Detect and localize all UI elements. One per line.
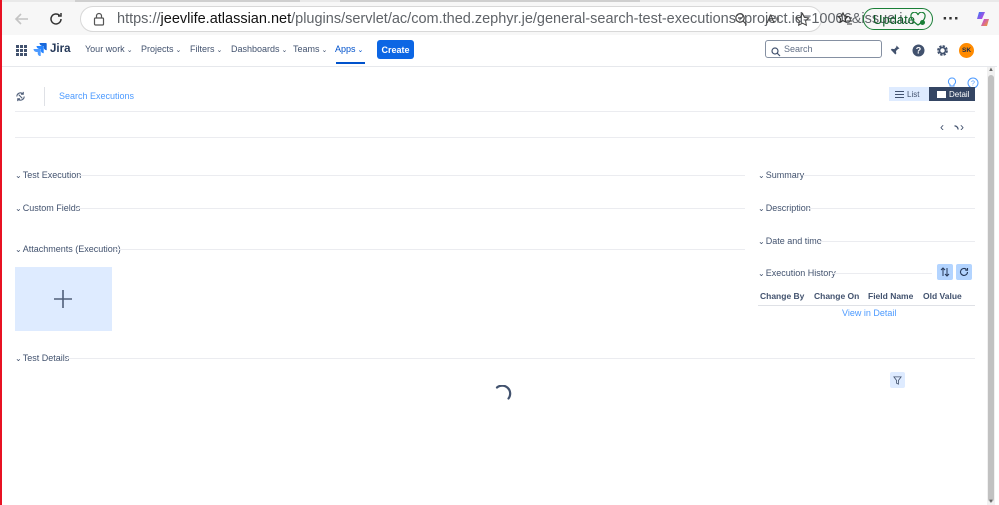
nav-your-work[interactable]: Your work ⌄ (85, 44, 133, 54)
scrollbar-thumb[interactable] (988, 75, 994, 502)
svg-text:?: ? (915, 45, 921, 55)
window-edge (0, 0, 2, 505)
notifications-icon[interactable] (887, 42, 903, 58)
chevron-down-icon: ⌄ (175, 47, 182, 54)
app-switcher-icon[interactable] (13, 42, 29, 58)
jira-logo[interactable]: Jira (33, 42, 70, 56)
browser-toolbar: https://jeevlife.atlassian.net/plugins/s… (0, 2, 999, 35)
lock-icon[interactable] (92, 11, 106, 32)
nav-teams[interactable]: Teams ⌄ (293, 44, 327, 54)
chevron-down-icon: ⌄ (15, 245, 22, 254)
detail-view-toggle[interactable]: Detail (929, 87, 975, 101)
chevron-down-icon: ⌄ (758, 171, 765, 180)
refresh-sync-icon[interactable] (15, 89, 26, 107)
search-placeholder: Search (784, 44, 813, 54)
favorites-bar-icon[interactable] (835, 9, 855, 29)
nav-apps[interactable]: Apps ⌄ (335, 44, 363, 54)
help-icon[interactable]: ? (910, 42, 926, 58)
avatar[interactable]: SK (959, 43, 974, 58)
scroll-down-icon[interactable]: ▼ (988, 499, 994, 505)
history-header-old-value: Old Value (923, 291, 962, 301)
loading-spinner-icon (494, 384, 512, 408)
pager-separator (15, 137, 975, 138)
toolbar-divider (44, 87, 45, 106)
vertical-scrollbar[interactable]: ▲ ▼ (987, 67, 995, 505)
history-header-line (758, 305, 975, 306)
chevron-down-icon: ⌄ (321, 47, 328, 54)
section-test-details[interactable]: ⌄Test Details (15, 353, 69, 363)
jira-logo-text: Jira (50, 43, 71, 55)
jira-top-nav: Jira Your work ⌄ Projects ⌄ Filters ⌄ Dashb… (2, 35, 997, 67)
section-line (809, 208, 975, 209)
refresh-history-button[interactable] (956, 264, 972, 280)
nav-projects[interactable]: Projects ⌄ (141, 44, 181, 54)
chevron-down-icon: ⌄ (758, 237, 765, 246)
scroll-up-icon[interactable]: ▲ (988, 67, 994, 73)
refresh-icon (959, 267, 969, 277)
detail-icon (937, 90, 946, 98)
chevron-down-icon: ⌄ (758, 204, 765, 213)
list-view-toggle[interactable]: List (889, 87, 929, 101)
search-input[interactable]: Search (765, 40, 882, 58)
refresh-icon[interactable] (46, 9, 66, 29)
sort-history-button[interactable] (937, 264, 953, 280)
more-icon[interactable]: ··· (941, 9, 961, 29)
jira-logo-icon (33, 43, 47, 56)
add-attachment-button[interactable] (15, 267, 112, 331)
chevron-down-icon: ⌄ (15, 354, 22, 363)
section-line (114, 249, 745, 250)
section-test-execution[interactable]: ⌄Test Execution (15, 170, 81, 180)
section-line (818, 241, 975, 242)
toolbar-separator (15, 111, 975, 112)
view-in-detail-link[interactable]: View in Detail (842, 308, 896, 318)
chevron-down-icon: ⌄ (357, 47, 364, 54)
create-button[interactable]: Create (377, 40, 414, 59)
chevron-down-icon: ⌄ (126, 47, 133, 54)
chevron-down-icon: ⌄ (216, 47, 223, 54)
history-header-change-by: Change By (760, 291, 805, 301)
active-nav-indicator (336, 62, 365, 64)
address-bar[interactable]: https://jeevlife.atlassian.net/plugins/s… (80, 6, 915, 32)
next-page-button[interactable]: › (960, 120, 964, 134)
copilot-icon[interactable] (973, 9, 993, 29)
sort-icon (940, 267, 950, 277)
plus-icon (53, 289, 73, 314)
list-label: List (907, 89, 920, 99)
nav-filters[interactable]: Filters ⌄ (190, 44, 222, 54)
chevron-down-icon: ⌄ (15, 171, 22, 180)
section-line (77, 208, 745, 209)
filter-button[interactable] (890, 372, 905, 388)
section-line (803, 175, 975, 176)
section-summary[interactable]: ⌄Summary (758, 170, 804, 180)
section-line (832, 273, 932, 274)
list-icon (895, 90, 904, 98)
prev-page-button[interactable]: ‹ (940, 120, 944, 134)
history-header-field-name: Field Name (868, 291, 914, 301)
section-line (67, 358, 975, 359)
section-execution-history[interactable]: ⌄Execution History (758, 268, 836, 278)
search-icon (771, 44, 781, 62)
read-aloud-icon[interactable]: A)) (764, 10, 782, 28)
zoom-icon[interactable] (732, 10, 750, 28)
section-date-time[interactable]: ⌄Date and time (758, 236, 822, 246)
heartbeat-icon (910, 11, 926, 29)
chevron-down-icon: ⌄ (758, 269, 765, 278)
filter-icon (893, 375, 902, 385)
chevron-down-icon: ⌄ (15, 204, 22, 213)
section-custom-fields[interactable]: ⌄Custom Fields (15, 203, 80, 213)
detail-label: Detail (949, 89, 970, 99)
settings-icon[interactable] (934, 42, 950, 58)
update-label: Update (873, 11, 915, 27)
chevron-down-icon: ⌄ (281, 47, 288, 54)
history-header-change-on: Change On (814, 291, 860, 301)
section-description[interactable]: ⌄Description (758, 203, 811, 213)
back-icon[interactable] (12, 9, 32, 29)
section-line (78, 175, 745, 176)
update-button[interactable]: Update (863, 8, 933, 30)
section-attachments[interactable]: ⌄Attachments (Execution) (15, 244, 121, 254)
search-executions-link[interactable]: Search Executions (59, 91, 134, 101)
favorite-icon[interactable] (793, 10, 811, 28)
nav-dashboards[interactable]: Dashboards ⌄ (231, 44, 287, 54)
